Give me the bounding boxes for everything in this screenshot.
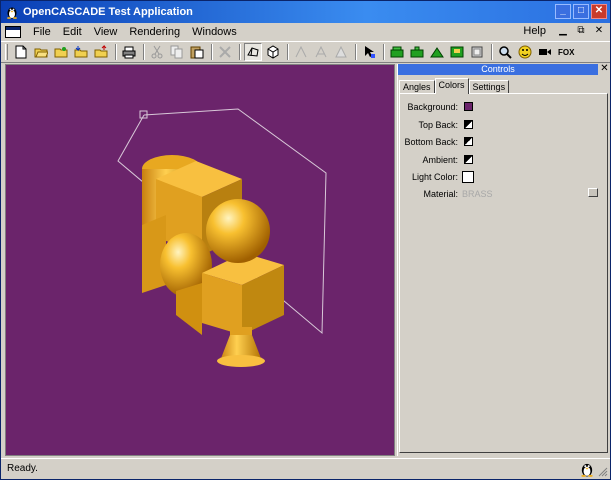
toolbar-separator — [383, 44, 385, 60]
light-color-label: Light Color: — [411, 172, 458, 182]
print-icon[interactable] — [120, 43, 138, 61]
camera-icon[interactable] — [536, 43, 554, 61]
toolbar-separator — [491, 44, 493, 60]
copy-icon[interactable] — [168, 43, 186, 61]
title-bar[interactable]: OpenCASCADE Test Application _ □ ✕ — [1, 1, 610, 23]
fox-logo: FOX — [558, 47, 575, 57]
panel-close-button[interactable]: ✕ — [599, 64, 610, 75]
mdi-minimize-button[interactable]: ▁ — [556, 25, 570, 37]
top-back-label: Top Back: — [418, 120, 458, 130]
top-back-color-swatch[interactable] — [464, 120, 473, 129]
material-select-button[interactable] — [588, 188, 598, 197]
light-color-swatch[interactable] — [462, 171, 474, 183]
bottom-back-color-swatch[interactable] — [464, 137, 473, 146]
status-bar: Ready. — [1, 458, 610, 479]
menu-rendering[interactable]: Rendering — [123, 26, 186, 38]
new-file-icon[interactable] — [12, 43, 30, 61]
cut-icon[interactable] — [148, 43, 166, 61]
toolbar-grip[interactable] — [5, 44, 8, 60]
tab-colors[interactable]: Colors — [434, 78, 469, 94]
toolbar-separator — [239, 44, 241, 60]
menu-windows[interactable]: Windows — [186, 26, 243, 38]
mdi-close-button[interactable]: ✕ — [592, 25, 606, 37]
open-folder-icon[interactable] — [32, 43, 50, 61]
material-value: BRASS — [462, 189, 493, 199]
tux-icon — [581, 463, 593, 477]
maximize-button[interactable]: □ — [573, 4, 589, 19]
background-label: Background: — [407, 102, 458, 112]
bottom-back-row: Bottom Back: — [400, 136, 600, 150]
menu-edit[interactable]: Edit — [57, 26, 88, 38]
fit-icon[interactable] — [292, 43, 310, 61]
color-icon[interactable] — [388, 43, 406, 61]
toolbar-separator — [287, 44, 289, 60]
window-title: OpenCASCADE Test Application — [23, 6, 193, 18]
background-color-swatch[interactable] — [464, 102, 473, 111]
texture-icon[interactable] — [448, 43, 466, 61]
colors-tab-content: Background: Top Back: Bottom Back: Ambie… — [399, 93, 608, 453]
minimize-button[interactable]: _ — [555, 4, 571, 19]
zoom-glass-icon[interactable] — [496, 43, 514, 61]
tab-angles[interactable]: Angles — [399, 80, 435, 94]
3d-model-render — [117, 108, 327, 367]
delete-icon[interactable] — [216, 43, 234, 61]
ambient-row: Ambient: — [400, 154, 600, 168]
material-label: Material: — [423, 189, 458, 199]
menu-help[interactable]: Help — [517, 25, 552, 37]
menu-bar: File Edit View Rendering Windows Help ▁ … — [1, 23, 610, 41]
light-color-row: Light Color: — [400, 171, 600, 185]
panel-tabs: Angles Colors Settings — [399, 78, 510, 94]
tux-icon — [7, 7, 17, 19]
material-icon[interactable] — [408, 43, 426, 61]
zoom-icon[interactable] — [312, 43, 330, 61]
menu-view[interactable]: View — [88, 26, 124, 38]
toolbar-separator — [355, 44, 357, 60]
menu-file[interactable]: File — [27, 26, 57, 38]
tab-settings[interactable]: Settings — [468, 80, 510, 94]
wireframe-icon[interactable] — [244, 43, 262, 61]
export-icon[interactable] — [92, 43, 110, 61]
document-window-icon[interactable] — [5, 26, 21, 38]
paste-icon[interactable] — [188, 43, 206, 61]
material-row: Material: BRASS — [400, 188, 600, 202]
ambient-label: Ambient: — [422, 155, 458, 165]
app-window: OpenCASCADE Test Application _ □ ✕ File … — [0, 0, 611, 480]
mdi-restore-button[interactable]: ⧉ — [574, 25, 588, 37]
3d-viewport[interactable] — [5, 64, 395, 456]
toolbar-separator — [211, 44, 213, 60]
top-back-row: Top Back: — [400, 119, 600, 133]
panel-title[interactable]: Controls — [398, 64, 598, 75]
select-icon[interactable] — [360, 43, 378, 61]
controls-panel: Controls ✕ Angles Colors Settings Backgr… — [397, 64, 610, 456]
toolbar: FOX — [1, 41, 610, 63]
resize-grip-icon[interactable] — [598, 467, 608, 477]
toolbar-separator — [115, 44, 117, 60]
toolbar-separator — [143, 44, 145, 60]
shaded-icon[interactable] — [264, 43, 282, 61]
ambient-color-swatch[interactable] — [464, 155, 473, 164]
bottom-back-label: Bottom Back: — [404, 137, 458, 147]
status-text: Ready. — [7, 463, 38, 474]
close-button[interactable]: ✕ — [591, 4, 607, 19]
pan-icon[interactable] — [332, 43, 350, 61]
transparency-icon[interactable] — [428, 43, 446, 61]
import-icon[interactable] — [72, 43, 90, 61]
background-row: Background: — [400, 101, 600, 115]
hidden-line-icon[interactable] — [468, 43, 486, 61]
rotate-icon[interactable] — [516, 43, 534, 61]
open-folder-2-icon[interactable] — [52, 43, 70, 61]
